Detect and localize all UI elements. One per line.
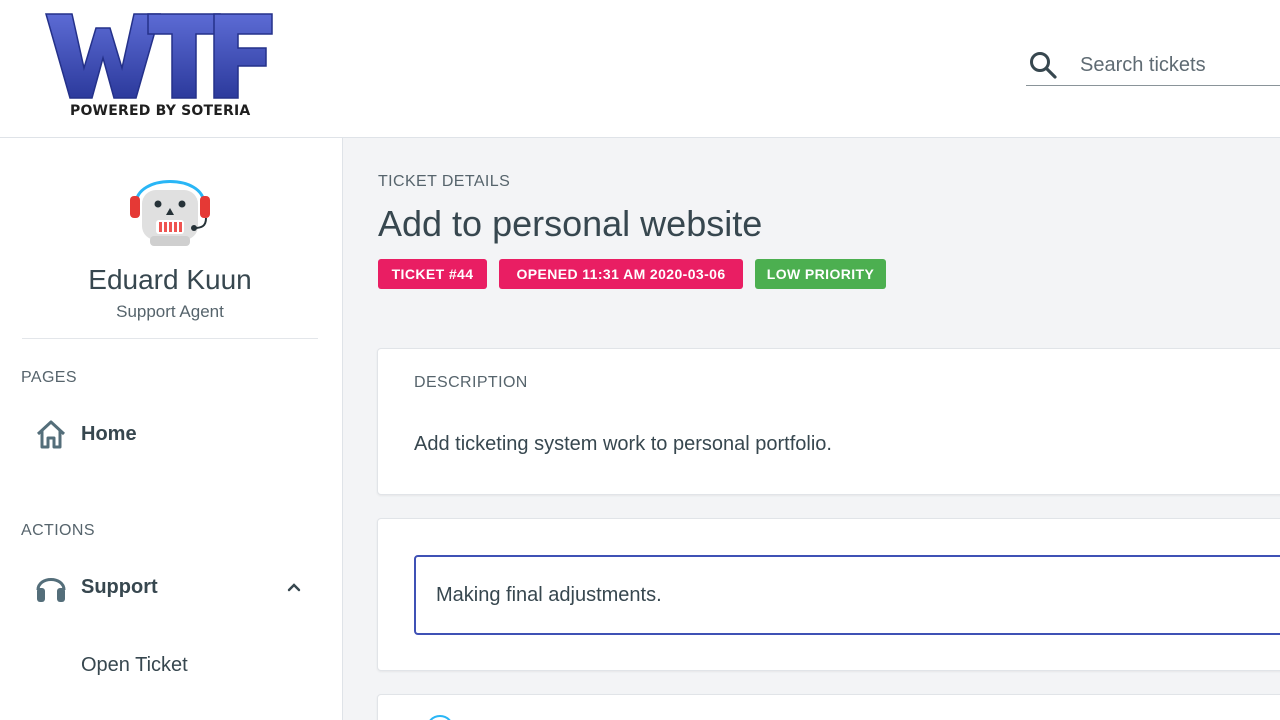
page-title: Add to personal website xyxy=(378,203,763,244)
support-robot-icon xyxy=(130,180,210,246)
description-text: Add ticketing system work to personal po… xyxy=(414,433,832,455)
section-title-actions: ACTIONS xyxy=(21,522,95,539)
search-input[interactable] xyxy=(1080,50,1280,80)
activity-icon xyxy=(426,715,454,720)
sidebar-item-home[interactable]: Home xyxy=(30,411,320,457)
chevron-up-icon[interactable] xyxy=(284,577,304,597)
search-box[interactable] xyxy=(1026,46,1280,86)
section-title-pages: PAGES xyxy=(21,369,77,386)
sidebar-item-support[interactable]: Support xyxy=(30,564,320,610)
user-role: Support Agent xyxy=(116,302,224,321)
user-name: Eduard Kuun xyxy=(88,264,252,295)
description-card: DESCRIPTION Add ticketing system work to… xyxy=(377,348,1280,495)
ticket-number-badge: TICKET #44 xyxy=(378,259,487,289)
status-field[interactable]: Making final adjustments. xyxy=(414,555,1280,635)
sidebar-subitem-open-ticket[interactable]: Open Ticket xyxy=(81,654,188,677)
description-label: DESCRIPTION xyxy=(414,374,528,391)
sidebar-item-label: Home xyxy=(81,423,137,445)
logo-tagline: POWERED BY SOTERIA xyxy=(70,103,251,119)
next-card xyxy=(377,694,1280,720)
status-text: Making final adjustments. xyxy=(436,584,662,606)
sidebar: Eduard Kuun Support Agent PAGES Home ACT… xyxy=(0,138,343,720)
status-card: Making final adjustments. xyxy=(377,518,1280,671)
sidebar-divider xyxy=(22,338,318,339)
page-eyebrow: TICKET DETAILS xyxy=(378,173,511,190)
top-header: POWERED BY SOTERIA xyxy=(0,0,1280,138)
priority-badge: LOW PRIORITY xyxy=(755,259,886,289)
opened-date-badge: OPENED 11:31 AM 2020-03-06 xyxy=(499,259,743,289)
home-icon xyxy=(36,420,66,449)
search-icon[interactable] xyxy=(1028,50,1058,80)
sidebar-item-label: Support xyxy=(81,576,158,598)
avatar xyxy=(128,160,212,250)
headset-icon xyxy=(36,578,66,602)
